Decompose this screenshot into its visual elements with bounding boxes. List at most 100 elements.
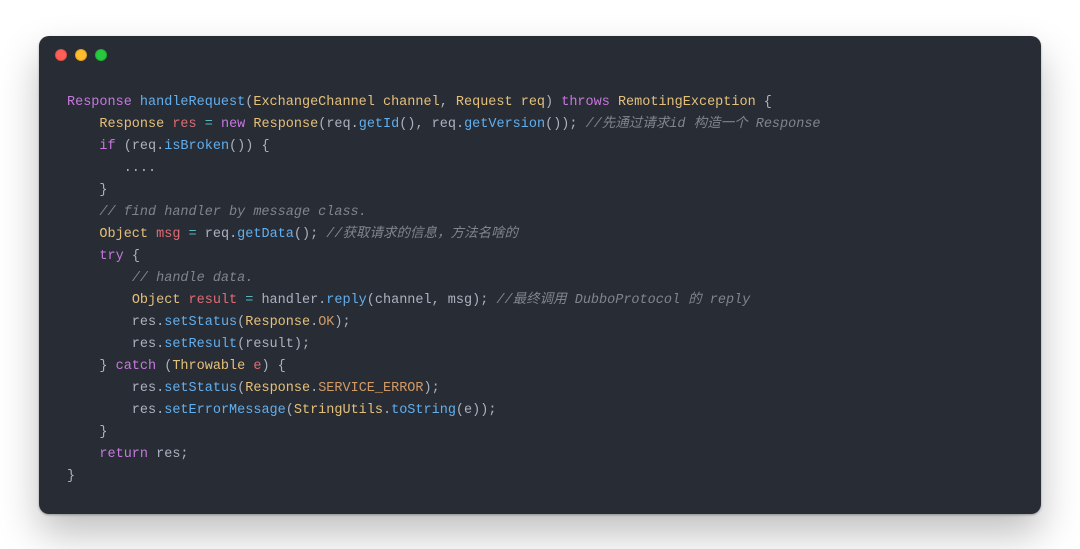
code-token: getData: [237, 227, 294, 242]
code-token: //最终调用 DubboProtocol 的 reply: [496, 293, 750, 308]
code-line: } catch (Throwable e) {: [67, 356, 1013, 378]
code-token: }: [67, 469, 75, 484]
code-token: req: [132, 139, 156, 154]
code-token: // handle data.: [132, 271, 254, 286]
code-token: .: [383, 403, 391, 418]
code-token: throws: [561, 95, 610, 110]
code-token: ());: [545, 117, 586, 132]
code-token: (: [286, 403, 294, 418]
code-token: if: [99, 139, 115, 154]
code-token: StringUtils: [294, 403, 383, 418]
code-token: Throwable: [172, 359, 245, 374]
code-token: setErrorMessage: [164, 403, 286, 418]
code-token: // find handler by message class.: [99, 205, 366, 220]
code-token: msg: [156, 227, 180, 242]
code-line: // handle data.: [67, 268, 1013, 290]
code-token: .: [229, 227, 237, 242]
code-token: ExchangeChannel channel: [253, 95, 439, 110]
code-token: isBroken: [164, 139, 229, 154]
close-icon[interactable]: [55, 49, 67, 61]
code-token: [67, 139, 99, 154]
code-token: res: [67, 315, 156, 330]
code-line: Object msg = req.getData(); //获取请求的信息，方法…: [67, 224, 1013, 246]
code-token: [67, 249, 99, 264]
maximize-icon[interactable]: [95, 49, 107, 61]
code-token: getId: [359, 117, 400, 132]
code-token: [180, 293, 188, 308]
code-line: res.setResult(result);: [67, 334, 1013, 356]
code-token: );: [334, 315, 350, 330]
code-token: handleRequest: [140, 95, 245, 110]
code-token: res;: [148, 447, 189, 462]
code-token: [180, 227, 188, 242]
code-token: Request req: [456, 95, 545, 110]
code-token: [67, 271, 132, 286]
code-token: Object: [99, 227, 148, 242]
code-token: ): [545, 95, 561, 110]
code-token: res: [172, 117, 196, 132]
code-token: new: [221, 117, 245, 132]
code-token: catch: [116, 359, 157, 374]
code-token: [610, 95, 618, 110]
code-token: toString: [391, 403, 456, 418]
code-token: SERVICE_ERROR: [318, 381, 423, 396]
code-token: ()) {: [229, 139, 270, 154]
code-token: ();: [294, 227, 326, 242]
code-token: reply: [326, 293, 367, 308]
code-token: res: [67, 337, 156, 352]
code-token: return: [99, 447, 148, 462]
code-token: }: [67, 183, 108, 198]
code-token: RemotingException: [618, 95, 756, 110]
code-token: .: [310, 315, 318, 330]
code-token: ....: [67, 161, 156, 176]
code-token: .: [351, 117, 359, 132]
code-block: Response handleRequest ( ExchangeChannel c…: [39, 74, 1041, 496]
code-token: [197, 117, 205, 132]
code-token: [213, 117, 221, 132]
code-token: [67, 205, 99, 220]
code-token: Response: [245, 381, 310, 396]
code-token: res: [67, 381, 156, 396]
code-token: (: [156, 359, 172, 374]
code-token: //先通过请求id 构造一个 Response: [586, 117, 821, 132]
stage: Response handleRequest ( ExchangeChannel c…: [0, 0, 1080, 549]
code-token: ,: [440, 95, 456, 110]
code-token: =: [189, 227, 197, 242]
code-window: Response handleRequest ( ExchangeChannel c…: [39, 36, 1041, 514]
code-token: {: [756, 95, 772, 110]
code-token: Response: [99, 117, 164, 132]
code-token: (),: [399, 117, 431, 132]
minimize-icon[interactable]: [75, 49, 87, 61]
code-line: ....: [67, 158, 1013, 180]
code-token: OK: [318, 315, 334, 330]
code-line: }: [67, 422, 1013, 444]
code-token: Response: [67, 95, 140, 110]
code-token: req: [326, 117, 350, 132]
code-token: handler: [253, 293, 318, 308]
code-token: Response: [245, 315, 310, 330]
code-line: // find handler by message class.: [67, 202, 1013, 224]
code-token: .: [456, 117, 464, 132]
code-line: res.setStatus(Response.SERVICE_ERROR);: [67, 378, 1013, 400]
code-token: (e));: [456, 403, 497, 418]
code-line: return res;: [67, 444, 1013, 466]
code-token: }: [67, 425, 108, 440]
code-token: result: [189, 293, 238, 308]
code-token: (result);: [237, 337, 310, 352]
code-token: );: [424, 381, 440, 396]
code-token: req: [432, 117, 456, 132]
window-titlebar: [39, 36, 1041, 74]
code-token: (: [116, 139, 132, 154]
code-token: getVersion: [464, 117, 545, 132]
code-token: .: [310, 381, 318, 396]
code-token: Object: [132, 293, 181, 308]
code-token: Response: [253, 117, 318, 132]
code-line: }: [67, 180, 1013, 202]
code-line: try {: [67, 246, 1013, 268]
code-token: res: [67, 403, 156, 418]
code-line: Object result = handler.reply(channel, m…: [67, 290, 1013, 312]
code-token: req: [197, 227, 229, 242]
code-line: res.setStatus(Response.OK);: [67, 312, 1013, 334]
code-token: (channel, msg);: [367, 293, 497, 308]
code-token: [67, 117, 99, 132]
